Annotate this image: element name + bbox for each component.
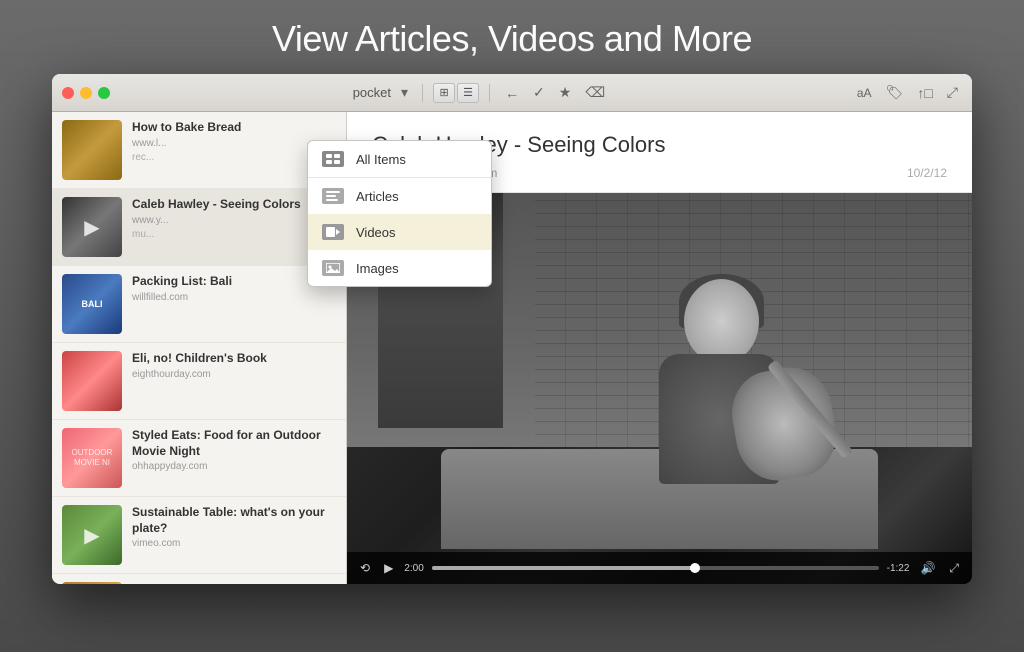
dropdown-item-images[interactable]: Images <box>308 250 491 286</box>
all-items-label: All Items <box>356 152 406 167</box>
share-button[interactable]: ↑□ <box>913 83 936 103</box>
item-info: Eli, no! Children's Book eighthourday.co… <box>132 351 336 383</box>
page-title: View Articles, Videos and More <box>272 18 752 60</box>
font-size-button[interactable]: aA <box>853 84 876 102</box>
thumbnail <box>62 351 122 411</box>
title-bar: pocket ▾ ⊞ ☰ ← ✓ ★ ⌫ aA 🏷 ↑□ ⤢ <box>52 74 972 112</box>
trash-button[interactable]: ⌫ <box>580 82 610 103</box>
window-controls <box>62 87 110 99</box>
item-tags: rec... <box>132 152 336 163</box>
thumbnail: ▶ <box>62 197 122 257</box>
article-date: 10/2/12 <box>907 166 947 180</box>
fullscreen-video-button[interactable]: ⤢ <box>946 561 962 576</box>
item-info: Caleb Hawley - Seeing Colors www.y... mu… <box>132 197 336 240</box>
star-button[interactable]: ★ <box>554 82 577 103</box>
item-url: ohhappyday.com <box>132 461 336 472</box>
item-title: The Best Roast Chicken You'll Ever Make <box>132 582 336 584</box>
close-button[interactable] <box>62 87 74 99</box>
title-bar-center: pocket ▾ ⊞ ☰ ← ✓ ★ ⌫ <box>118 82 845 103</box>
video-controls: ⟲ ▶ 2:00 -1:22 🔊 ⤢ <box>347 552 972 584</box>
thumbnail: BALI <box>62 274 122 334</box>
progress-handle <box>690 563 700 573</box>
minimize-button[interactable] <box>80 87 92 99</box>
item-tags: mu... <box>132 229 336 240</box>
sidebar-list: How to Bake Bread www.l... rec... ▶ Cale… <box>52 112 346 584</box>
item-url: willfilled.com <box>132 292 336 303</box>
list-item[interactable]: OUTDOORMOVIE NI Styled Eats: Food for an… <box>52 420 346 497</box>
filter-dropdown: All Items Articles Videos Images <box>307 140 492 287</box>
time-remaining: -1:22 <box>887 563 910 574</box>
item-info: Packing List: Bali willfilled.com <box>132 274 336 306</box>
dropdown-item-articles[interactable]: Articles <box>308 178 491 214</box>
item-info: The Best Roast Chicken You'll Ever Make <box>132 582 336 584</box>
progress-fill <box>432 566 700 570</box>
title-bar-right: aA 🏷 ↑□ ⤢ <box>853 82 962 103</box>
item-title: Sustainable Table: what's on your plate? <box>132 505 336 536</box>
rewind-button[interactable]: ⟲ <box>357 561 373 575</box>
app-window: pocket ▾ ⊞ ☰ ← ✓ ★ ⌫ aA 🏷 ↑□ ⤢ <box>52 74 972 584</box>
list-item[interactable]: Eli, no! Children's Book eighthourday.co… <box>52 343 346 420</box>
item-info: Sustainable Table: what's on your plate?… <box>132 505 336 552</box>
item-url: www.l... <box>132 138 336 149</box>
app-name-label: pocket <box>353 85 391 100</box>
maximize-button[interactable] <box>98 87 110 99</box>
multi-view-icon[interactable]: ⊞ <box>433 83 455 103</box>
item-url: www.y... <box>132 215 336 226</box>
list-item[interactable]: ▶ Sustainable Table: what's on your plat… <box>52 497 346 574</box>
app-dropdown-button[interactable]: ▾ <box>397 82 412 103</box>
check-button[interactable]: ✓ <box>528 82 550 103</box>
item-title: Eli, no! Children's Book <box>132 351 336 367</box>
person-figure <box>604 269 884 549</box>
back-button[interactable]: ← <box>500 83 524 103</box>
list-view-icon[interactable]: ☰ <box>457 83 479 103</box>
videos-icon <box>322 224 344 240</box>
all-items-icon <box>322 151 344 167</box>
videos-label: Videos <box>356 225 396 240</box>
play-icon: ▶ <box>84 523 99 548</box>
main-area: How to Bake Bread www.l... rec... ▶ Cale… <box>52 112 972 584</box>
current-time: 2:00 <box>404 563 423 574</box>
item-title: Packing List: Bali <box>132 274 336 290</box>
dropdown-item-videos[interactable]: Videos <box>308 214 491 250</box>
play-pause-button[interactable]: ▶ <box>381 561 396 575</box>
play-icon: ▶ <box>84 215 99 240</box>
images-label: Images <box>356 261 399 276</box>
item-title: Caleb Hawley - Seeing Colors <box>132 197 336 213</box>
articles-label: Articles <box>356 189 399 204</box>
list-item[interactable]: BALI Packing List: Bali willfilled.com <box>52 266 346 343</box>
thumbnail <box>62 582 122 584</box>
progress-bar[interactable] <box>432 566 879 570</box>
tag-button[interactable]: 🏷 <box>882 82 908 103</box>
list-item[interactable]: How to Bake Bread www.l... rec... <box>52 112 346 189</box>
nav-buttons: ← ✓ ★ ⌫ <box>500 82 610 103</box>
sidebar: How to Bake Bread www.l... rec... ▶ Cale… <box>52 112 347 584</box>
item-info: How to Bake Bread www.l... rec... <box>132 120 336 163</box>
item-url: vimeo.com <box>132 538 336 549</box>
item-title: Styled Eats: Food for an Outdoor Movie N… <box>132 428 336 459</box>
item-url: eighthourday.com <box>132 369 336 380</box>
dropdown-item-all[interactable]: All Items <box>308 141 491 177</box>
list-item[interactable]: The Best Roast Chicken You'll Ever Make <box>52 574 346 584</box>
volume-button[interactable]: 🔊 <box>917 561 938 575</box>
thumbnail: OUTDOORMOVIE NI <box>62 428 122 488</box>
thumbnail: ▶ <box>62 505 122 565</box>
fullscreen-button[interactable]: ⤢ <box>943 82 962 103</box>
thumbnail <box>62 120 122 180</box>
images-icon <box>322 260 344 276</box>
list-item[interactable]: ▶ Caleb Hawley - Seeing Colors www.y... … <box>52 189 346 266</box>
item-info: Styled Eats: Food for an Outdoor Movie N… <box>132 428 336 475</box>
articles-icon <box>322 188 344 204</box>
item-title: How to Bake Bread <box>132 120 336 136</box>
